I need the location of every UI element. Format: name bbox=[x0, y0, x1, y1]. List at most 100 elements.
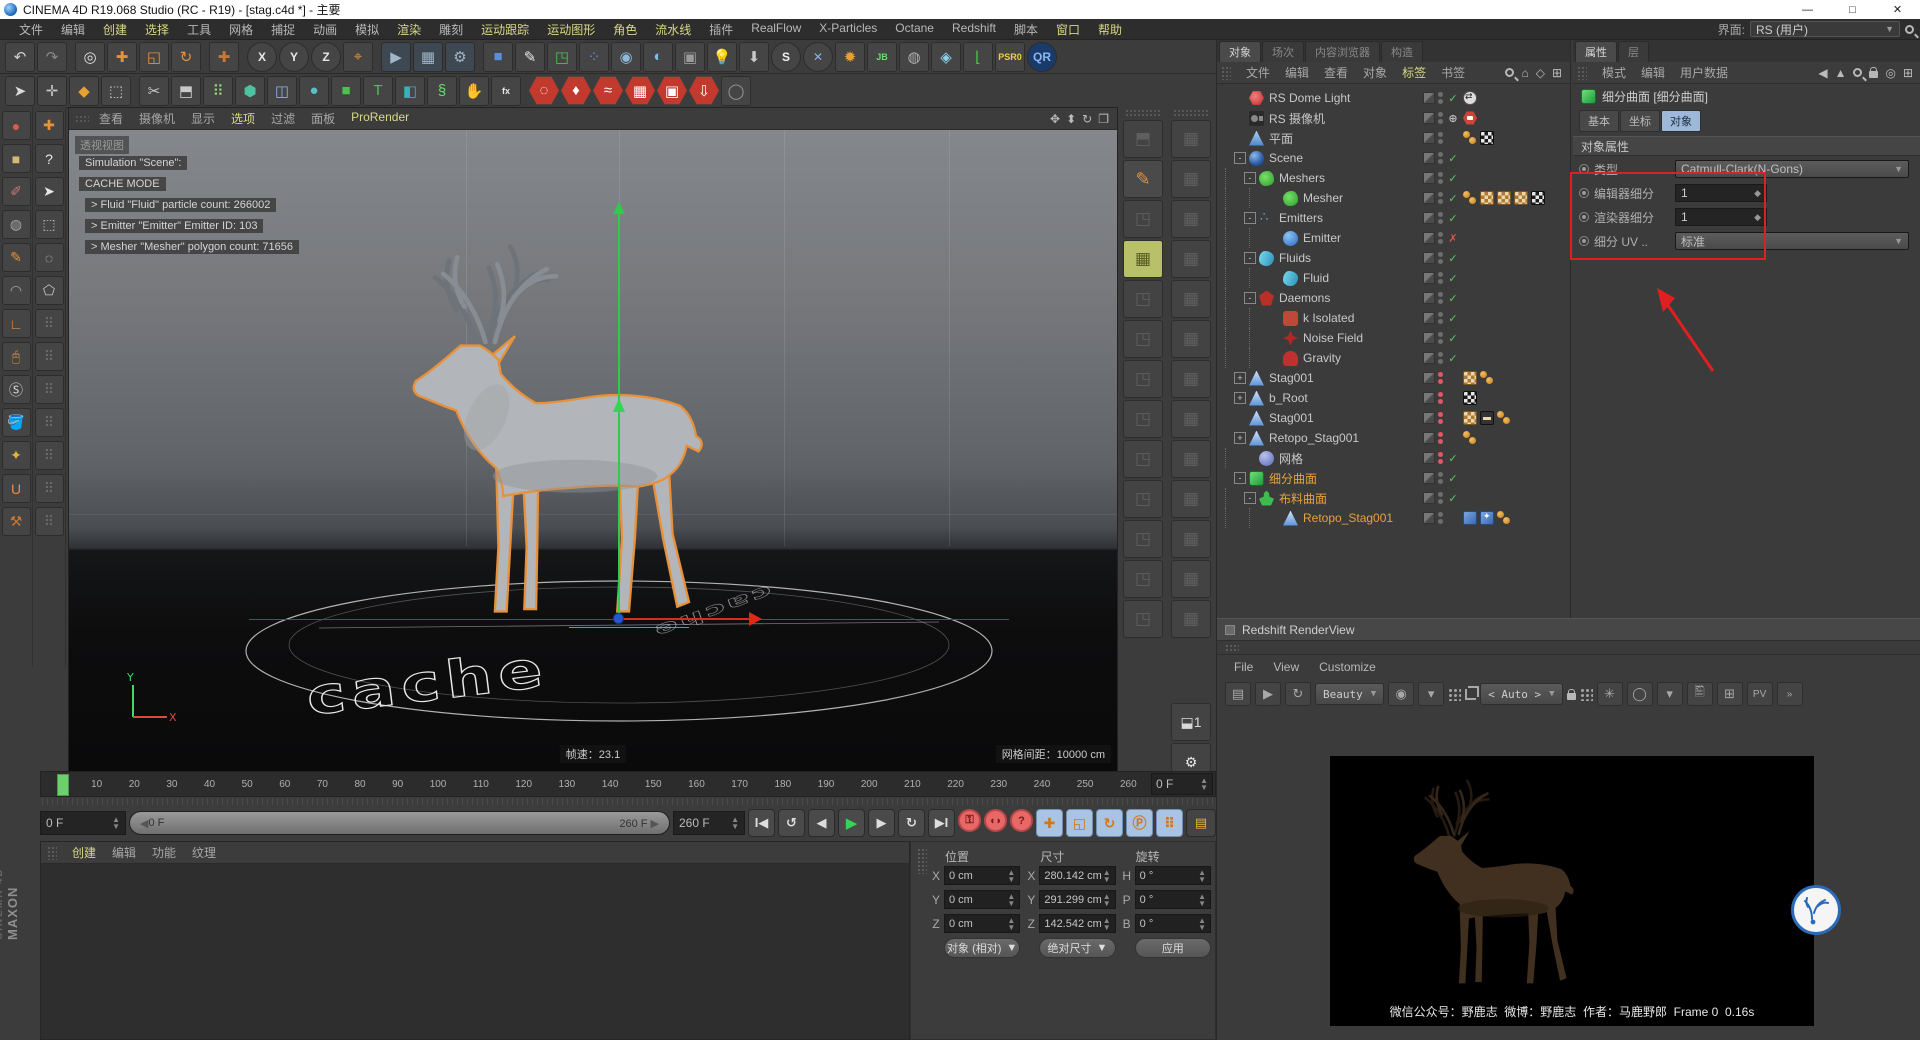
coord-field-尺寸-Z[interactable]: 142.542 cm ▲ ▼ bbox=[1039, 914, 1116, 933]
play-render-icon[interactable]: ▶ bbox=[1255, 682, 1281, 706]
visibility-dots[interactable] bbox=[1438, 472, 1443, 484]
play-icon[interactable]: ▶ bbox=[838, 809, 865, 837]
axis-cube-icon[interactable]: ⬒ bbox=[1123, 120, 1163, 158]
overflow-icon[interactable]: » bbox=[1776, 682, 1803, 706]
enable-state[interactable]: ✓ bbox=[1446, 252, 1460, 265]
bucket-icon[interactable]: 🪣 bbox=[1, 408, 31, 437]
enable-state[interactable]: ✓ bbox=[1446, 172, 1460, 185]
om-menu-标签[interactable]: 标签 bbox=[1395, 64, 1433, 81]
film-tag[interactable] bbox=[1480, 411, 1494, 425]
visibility-dots[interactable] bbox=[1438, 412, 1443, 424]
tree-row-Mesher[interactable]: Mesher ✓ bbox=[1217, 188, 1570, 208]
maximize-button[interactable]: □ bbox=[1830, 0, 1875, 19]
goto-start-icon[interactable]: I◀ bbox=[748, 809, 775, 837]
key-scale-icon[interactable]: ◱ bbox=[1066, 809, 1093, 837]
orange-tag[interactable] bbox=[1463, 191, 1477, 205]
om-menu-编辑[interactable]: 编辑 bbox=[1278, 64, 1316, 81]
current-frame-field[interactable]: 0 F ▲ ▼ bbox=[1151, 773, 1213, 795]
modeling-icon-8[interactable]: ◳ bbox=[1123, 440, 1163, 478]
layer-swatch[interactable] bbox=[1423, 232, 1435, 244]
layer-swatch[interactable] bbox=[1423, 192, 1435, 204]
symmetry-icon[interactable]: ◫ bbox=[267, 75, 297, 106]
coord-field-旋转-H[interactable]: 0 ° ▲ ▼ bbox=[1134, 866, 1211, 885]
vp-menu-ProRender[interactable]: ProRender bbox=[343, 110, 417, 127]
crop-icon[interactable] bbox=[1465, 685, 1480, 700]
attr-field-类型[interactable]: Catmull-Clark(N-Gons) ▼ bbox=[1675, 160, 1909, 178]
light-icon[interactable]: 💡 bbox=[707, 41, 737, 72]
enable-state[interactable]: ✓ bbox=[1446, 452, 1460, 465]
spinner-icon[interactable]: ▲ ▼ bbox=[1103, 916, 1111, 931]
disc-icon[interactable]: ◍ bbox=[1, 210, 31, 239]
rf-export-icon[interactable]: ⇩ bbox=[689, 76, 719, 105]
visibility-dots[interactable] bbox=[1438, 232, 1443, 244]
move-tool-icon[interactable]: ✚ bbox=[107, 41, 137, 72]
enable-state[interactable]: ✓ bbox=[1446, 352, 1460, 365]
selection-arrow-icon[interactable]: ➤ bbox=[5, 75, 35, 106]
tab-内容浏览器[interactable]: 内容浏览器 bbox=[1305, 41, 1380, 62]
grip-icon[interactable] bbox=[1577, 66, 1587, 80]
modeling-icon-7[interactable]: ◳ bbox=[1123, 400, 1163, 438]
tree-row-Stag001[interactable]: Stag001 bbox=[1217, 408, 1570, 428]
mm-menu-功能[interactable]: 功能 bbox=[145, 844, 183, 861]
tree-row-Stag001[interactable]: + Stag001 bbox=[1217, 368, 1570, 388]
tab-构造[interactable]: 构造 bbox=[1381, 41, 1423, 62]
hand-icon[interactable]: ✋ bbox=[459, 75, 489, 106]
toggle-view-icon[interactable]: ❐ bbox=[1098, 112, 1109, 126]
y-axis-gizmo[interactable] bbox=[613, 202, 625, 620]
attr-menu-模式[interactable]: 模式 bbox=[1595, 64, 1633, 81]
rf-daemon-icon[interactable]: ♦ bbox=[561, 76, 591, 105]
mouse-icon[interactable]: 🖰 bbox=[1, 342, 31, 371]
modeling-icon-12[interactable]: ◳ bbox=[1123, 600, 1163, 638]
menu-文件[interactable]: 文件 bbox=[10, 21, 52, 38]
modeling-icon-1[interactable]: ▦ bbox=[1171, 160, 1211, 198]
subtab-基本[interactable]: 基本 bbox=[1579, 110, 1619, 132]
coord-field-尺寸-X[interactable]: 280.142 cm ▲ ▼ bbox=[1039, 866, 1116, 885]
tab-层[interactable]: 层 bbox=[1618, 41, 1649, 62]
l-system-icon[interactable]: ⌊ bbox=[963, 41, 993, 72]
key-position-icon[interactable]: ✚ bbox=[1036, 809, 1063, 837]
lock-icon[interactable] bbox=[1869, 67, 1879, 78]
redo-icon[interactable]: ↷ bbox=[37, 41, 67, 72]
deformer-icon[interactable]: ◉ bbox=[611, 41, 641, 72]
attribute-section-header[interactable]: 对象属性 bbox=[1573, 136, 1920, 156]
subtab-坐标[interactable]: 坐标 bbox=[1620, 110, 1660, 132]
range-start-field[interactable]: 0 F ▲ ▼ bbox=[40, 811, 126, 835]
visibility-dots[interactable] bbox=[1438, 172, 1443, 184]
render-region-icon[interactable]: ▦ bbox=[413, 41, 443, 72]
rf-emitter-icon[interactable]: ◌ bbox=[529, 76, 559, 105]
lock-icon[interactable] bbox=[1566, 688, 1576, 700]
render-settings-icon[interactable]: ⚙ bbox=[445, 41, 475, 72]
spinner-icon[interactable]: ▲ ▼ bbox=[731, 816, 739, 831]
camred-tag[interactable] bbox=[1463, 111, 1477, 125]
layer-swatch[interactable] bbox=[1423, 332, 1435, 344]
spinner-icon[interactable]: ▲ ▼ bbox=[1198, 892, 1206, 907]
lock-x-icon[interactable]: X bbox=[247, 41, 277, 72]
corner-icon[interactable]: ∟ bbox=[1, 309, 31, 338]
spinner-icon[interactable]: ▲ ▼ bbox=[1007, 892, 1015, 907]
magnet-icon[interactable]: U bbox=[1, 474, 31, 503]
expander-icon[interactable]: + bbox=[1234, 432, 1246, 444]
knife-icon[interactable]: ✂ bbox=[139, 75, 169, 106]
track-icon[interactable]: ◎ bbox=[1885, 66, 1895, 80]
visibility-dots[interactable] bbox=[1438, 372, 1443, 384]
prev-key-icon[interactable]: ◀ bbox=[808, 809, 835, 837]
menu-动画[interactable]: 动画 bbox=[304, 21, 346, 38]
next-key-icon[interactable]: ▶ bbox=[868, 809, 895, 837]
om-menu-对象[interactable]: 对象 bbox=[1356, 64, 1394, 81]
curve-pen-icon[interactable]: ✎ bbox=[1, 243, 31, 272]
s-node-icon[interactable]: Ⓢ bbox=[1, 375, 31, 404]
enable-state[interactable]: ✓ bbox=[1446, 292, 1460, 305]
spinner-icon[interactable]: ▲ ▼ bbox=[1198, 916, 1206, 931]
spinner-icon[interactable]: ▲ ▼ bbox=[1103, 868, 1111, 883]
rf-mesh-icon[interactable]: ▦ bbox=[625, 76, 655, 105]
tree-row-Emitter[interactable]: Emitter ✗ bbox=[1217, 228, 1570, 248]
vp-menu-查看[interactable]: 查看 bbox=[91, 110, 131, 127]
tree-row-k Isolated[interactable]: k Isolated ✓ bbox=[1217, 308, 1570, 328]
record-key-icon[interactable]: ⚿ bbox=[958, 809, 981, 832]
layer-swatch[interactable] bbox=[1423, 252, 1435, 264]
layer-swatch[interactable] bbox=[1423, 292, 1435, 304]
timeline-scrubber[interactable]: ◀ 0 F 260 F ▶ bbox=[129, 811, 670, 835]
joints-bones-icon[interactable]: JB bbox=[867, 41, 897, 72]
download-icon[interactable]: ⬇ bbox=[739, 41, 769, 72]
workplane-icon[interactable]: ⬓1 bbox=[1171, 703, 1211, 741]
